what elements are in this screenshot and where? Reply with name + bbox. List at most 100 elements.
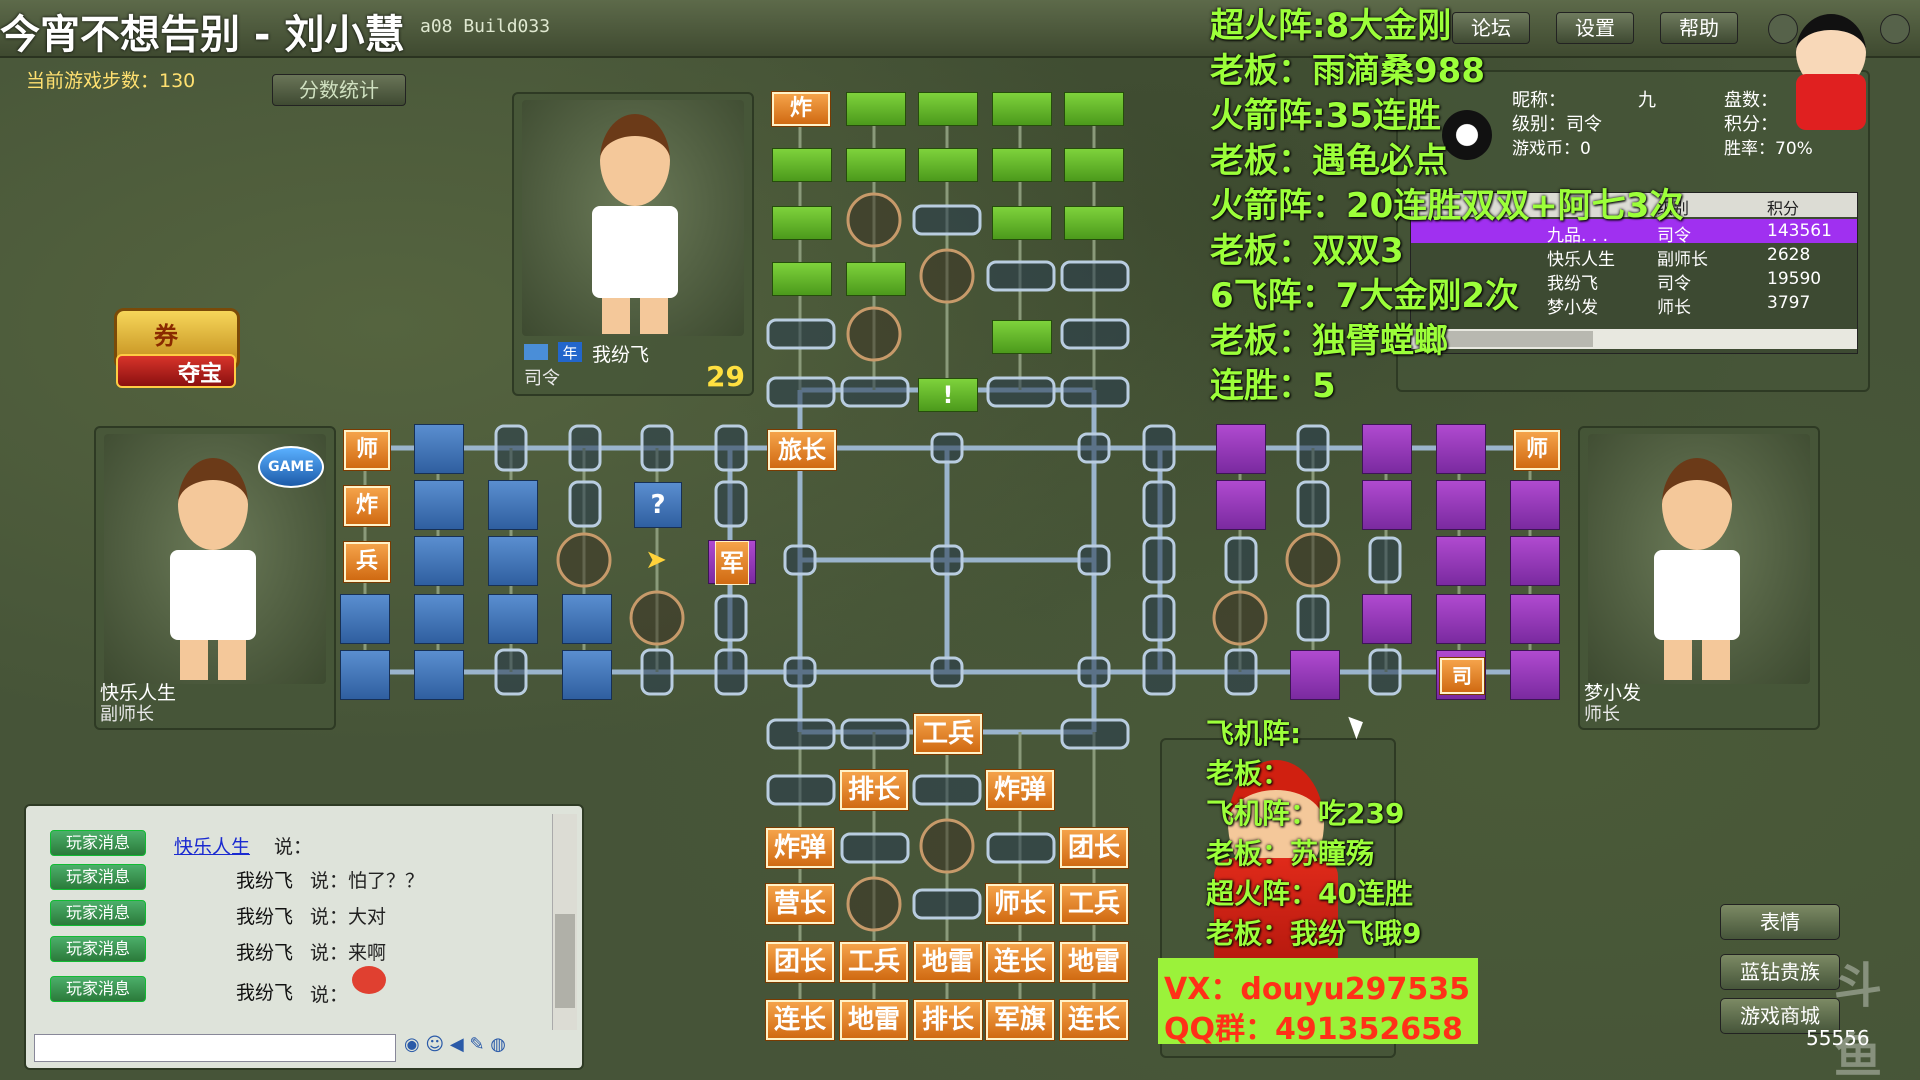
blue-piece[interactable]: [414, 536, 464, 586]
top-bomb-piece[interactable]: 炸: [772, 92, 830, 126]
chat-sender[interactable]: 我纷飞: [236, 978, 293, 1005]
green-piece[interactable]: [846, 262, 906, 296]
green-piece[interactable]: [992, 320, 1052, 354]
blue-piece[interactable]: [414, 650, 464, 700]
green-piece[interactable]: [992, 148, 1052, 182]
contact-box: VX：douyu297535 QQ群：491352658: [1158, 958, 1478, 1047]
chat-line: 玩家消息: [50, 830, 146, 856]
purple-piece[interactable]: [1436, 424, 1486, 474]
purple-piece[interactable]: [1510, 650, 1560, 700]
purple-piece[interactable]: [1362, 594, 1412, 644]
purple-piece[interactable]: [1510, 480, 1560, 530]
army-commander-piece[interactable]: 军: [708, 540, 756, 585]
message-tag: 玩家消息: [50, 936, 146, 962]
battalion-commander-piece[interactable]: 营长: [766, 884, 834, 924]
purple-piece[interactable]: [1510, 536, 1560, 586]
blue-piece[interactable]: [340, 650, 390, 700]
blue-piece[interactable]: [488, 594, 538, 644]
chat-input[interactable]: [34, 1034, 396, 1062]
brigade-commander-piece[interactable]: 旅长: [768, 430, 836, 470]
green-piece[interactable]: [1064, 148, 1124, 182]
company-commander-piece[interactable]: 连长: [1060, 1000, 1128, 1040]
overlay-line: 超火阵:8大金刚: [1210, 6, 1452, 46]
green-piece[interactable]: [772, 148, 832, 182]
chat-sender-link[interactable]: 快乐人生: [174, 832, 250, 859]
regiment-commander-piece[interactable]: 团长: [1060, 828, 1128, 868]
green-piece[interactable]: [1064, 206, 1124, 240]
chat-text: 说：: [310, 984, 349, 1006]
question-mark-piece[interactable]: ?: [634, 482, 682, 528]
engineer-piece[interactable]: 工兵: [914, 714, 982, 754]
green-piece[interactable]: [918, 92, 978, 126]
blue-diamond-button[interactable]: 蓝钻贵族: [1720, 954, 1840, 990]
purple-piece[interactable]: [1436, 480, 1486, 530]
overlay-line: 老板：: [1206, 757, 1291, 790]
overlay-line: 老板：遇龟必点: [1210, 141, 1448, 181]
blue-piece[interactable]: [414, 594, 464, 644]
green-piece[interactable]: [846, 148, 906, 182]
overlay-line: 飞机阵:: [1206, 717, 1302, 750]
purple-piece[interactable]: [1362, 480, 1412, 530]
green-piece[interactable]: [992, 92, 1052, 126]
chat-scrollbar[interactable]: [552, 814, 577, 1030]
landmine-piece[interactable]: 地雷: [1060, 942, 1128, 982]
green-piece[interactable]: [772, 206, 832, 240]
chat-sender[interactable]: 我纷飞: [236, 938, 293, 965]
blue-piece[interactable]: [488, 480, 538, 530]
platoon-leader-piece[interactable]: 排长: [840, 770, 908, 810]
qq-group: QQ群：491352658: [1164, 1012, 1463, 1047]
overlay-line: 超火阵：40连胜: [1206, 877, 1413, 910]
engineer-piece[interactable]: 工兵: [1060, 884, 1128, 924]
green-piece[interactable]: [846, 92, 906, 126]
purple-piece[interactable]: [1436, 536, 1486, 586]
top-mark-piece[interactable]: !: [918, 378, 978, 412]
blue-piece[interactable]: [562, 594, 612, 644]
landmine-piece[interactable]: 地雷: [840, 1000, 908, 1040]
green-piece[interactable]: [772, 262, 832, 296]
bomb-piece[interactable]: 炸弹: [766, 828, 834, 868]
overlay-line: 飞机阵：吃239: [1206, 797, 1405, 830]
purple-piece[interactable]: [1362, 424, 1412, 474]
blue-piece[interactable]: [488, 536, 538, 586]
blue-piece[interactable]: [340, 594, 390, 644]
blue-piece[interactable]: [414, 480, 464, 530]
chat-toolbar-icons[interactable]: ◉ ☺ ◀ ✎ ◍: [404, 1034, 544, 1060]
chat-text: 说：来啊: [310, 942, 387, 964]
regiment-commander-piece[interactable]: 团长: [766, 942, 834, 982]
overlay-line: 火箭阵:35连胜: [1210, 96, 1441, 136]
chat-sender[interactable]: 我纷飞: [236, 902, 293, 929]
blue-piece[interactable]: [414, 424, 464, 474]
landmine-piece[interactable]: 地雷: [914, 942, 982, 982]
purple-piece[interactable]: [1216, 480, 1266, 530]
overlay-line: 老板：双双3: [1210, 231, 1404, 271]
engineer-piece[interactable]: 工兵: [840, 942, 908, 982]
left-soldier-piece[interactable]: 兵: [344, 542, 390, 582]
right-commander-piece[interactable]: 司: [1440, 658, 1484, 694]
left-division-piece[interactable]: 师: [344, 430, 390, 470]
message-tag: 玩家消息: [50, 976, 146, 1002]
green-piece[interactable]: [918, 148, 978, 182]
move-arrow-icon: ➤: [645, 545, 667, 575]
message-tag: 玩家消息: [50, 900, 146, 926]
watermark: 斗鱼: [1834, 958, 1883, 1080]
green-piece[interactable]: [1064, 92, 1124, 126]
emotion-button[interactable]: 表情: [1720, 904, 1840, 940]
overlay-line: 老板：我纷飞哦9: [1206, 917, 1422, 950]
purple-piece[interactable]: [1510, 594, 1560, 644]
platoon-leader-piece[interactable]: 排长: [914, 1000, 982, 1040]
bomb-piece[interactable]: 炸弹: [986, 770, 1054, 810]
right-division-piece[interactable]: 师: [1514, 430, 1560, 470]
blue-piece[interactable]: [562, 650, 612, 700]
chat-sender[interactable]: 我纷飞: [236, 866, 293, 893]
company-commander-piece[interactable]: 连长: [986, 942, 1054, 982]
green-piece[interactable]: [992, 206, 1052, 240]
division-commander-piece[interactable]: 师长: [986, 884, 1054, 924]
purple-piece[interactable]: [1436, 594, 1486, 644]
purple-piece[interactable]: [1290, 650, 1340, 700]
flag-piece[interactable]: 军旗: [986, 1000, 1054, 1040]
purple-piece[interactable]: [1216, 424, 1266, 474]
company-commander-piece[interactable]: 连长: [766, 1000, 834, 1040]
left-bomb-piece[interactable]: 炸: [344, 486, 390, 526]
overlay-line: 老板：独臂螳螂: [1210, 321, 1448, 361]
overlay-line: 连胜：5: [1210, 366, 1336, 406]
